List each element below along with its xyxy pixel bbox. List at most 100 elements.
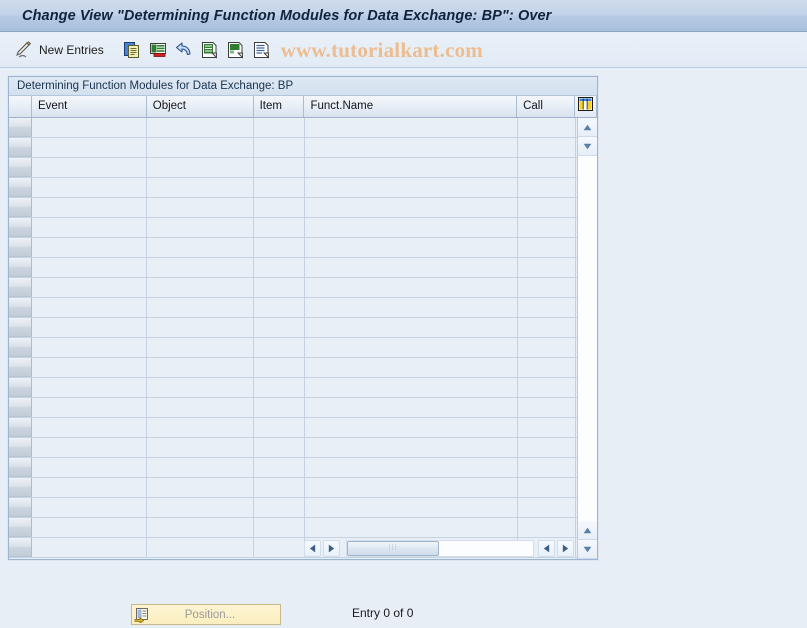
table-row[interactable] [9, 398, 577, 418]
scroll-page-up-button[interactable] [578, 521, 597, 540]
column-config-button[interactable] [575, 96, 597, 117]
cell-object[interactable] [147, 478, 254, 497]
cell-object[interactable] [147, 518, 254, 537]
table-row[interactable] [9, 158, 577, 178]
cell-call[interactable] [518, 278, 576, 297]
table-row[interactable] [9, 238, 577, 258]
cell-item[interactable] [254, 538, 305, 557]
cell-object[interactable] [147, 218, 254, 237]
cell-item[interactable] [254, 238, 305, 257]
table-row[interactable] [9, 318, 577, 338]
cell-call[interactable] [518, 258, 576, 277]
vertical-scroll-track[interactable] [578, 156, 597, 521]
cell-item[interactable] [254, 378, 305, 397]
cell-call[interactable] [518, 478, 576, 497]
column-header-item[interactable]: Item [253, 96, 305, 117]
scroll-page-down-button[interactable] [578, 540, 597, 559]
column-header-object[interactable]: Object [146, 96, 254, 117]
cell-event[interactable] [32, 378, 147, 397]
cell-event[interactable] [32, 298, 147, 317]
cell-funct-name[interactable] [305, 458, 518, 477]
cell-funct-name[interactable] [305, 238, 518, 257]
table-row[interactable] [9, 418, 577, 438]
cell-item[interactable] [254, 178, 305, 197]
table-row[interactable] [9, 118, 577, 138]
row-select-button[interactable] [9, 478, 32, 497]
row-select-button[interactable] [9, 138, 32, 157]
cell-object[interactable] [147, 278, 254, 297]
cell-object[interactable] [147, 418, 254, 437]
position-button[interactable]: Position... [131, 604, 281, 625]
table-row[interactable] [9, 478, 577, 498]
cell-object[interactable] [147, 198, 254, 217]
cell-item[interactable] [254, 258, 305, 277]
cell-object[interactable] [147, 398, 254, 417]
row-select-button[interactable] [9, 538, 32, 557]
cell-event[interactable] [32, 178, 147, 197]
row-select-button[interactable] [9, 118, 32, 137]
horizontal-scroll-track[interactable]: ⁞⁞⁞ [346, 539, 534, 557]
cell-funct-name[interactable] [305, 278, 518, 297]
row-select-button[interactable] [9, 178, 32, 197]
cell-event[interactable] [32, 198, 147, 217]
table-row[interactable] [9, 498, 577, 518]
cell-funct-name[interactable] [305, 478, 518, 497]
row-select-button[interactable] [9, 278, 32, 297]
cell-call[interactable] [518, 198, 576, 217]
row-select-button[interactable] [9, 198, 32, 217]
cell-funct-name[interactable] [305, 218, 518, 237]
cell-item[interactable] [254, 358, 305, 377]
cell-funct-name[interactable] [305, 518, 518, 537]
table-row[interactable] [9, 278, 577, 298]
column-header-call[interactable]: Call [517, 96, 576, 117]
row-select-button[interactable] [9, 258, 32, 277]
table-row[interactable] [9, 338, 577, 358]
cell-object[interactable] [147, 338, 254, 357]
cell-item[interactable] [254, 338, 305, 357]
cell-call[interactable] [518, 378, 576, 397]
cell-call[interactable] [518, 418, 576, 437]
table-row[interactable] [9, 518, 577, 538]
row-select-button[interactable] [9, 338, 32, 357]
table-row[interactable] [9, 298, 577, 318]
cell-item[interactable] [254, 498, 305, 517]
cell-funct-name[interactable] [305, 298, 518, 317]
vertical-scrollbar[interactable] [577, 118, 597, 559]
cell-funct-name[interactable] [305, 198, 518, 217]
row-select-button[interactable] [9, 358, 32, 377]
cell-event[interactable] [32, 358, 147, 377]
cell-call[interactable] [518, 178, 576, 197]
cell-event[interactable] [32, 318, 147, 337]
grid-body[interactable] [9, 118, 577, 559]
cell-call[interactable] [518, 398, 576, 417]
hscroll-right-button[interactable] [323, 539, 340, 557]
horizontal-scrollbar[interactable]: ⁞⁞⁞ [304, 539, 576, 557]
cell-event[interactable] [32, 278, 147, 297]
cell-object[interactable] [147, 298, 254, 317]
cell-funct-name[interactable] [305, 358, 518, 377]
scroll-up-button[interactable] [578, 118, 597, 137]
cell-call[interactable] [518, 298, 576, 317]
table-row[interactable] [9, 458, 577, 478]
cell-object[interactable] [147, 238, 254, 257]
cell-funct-name[interactable] [305, 378, 518, 397]
row-select-button[interactable] [9, 378, 32, 397]
cell-event[interactable] [32, 518, 147, 537]
cell-call[interactable] [518, 318, 576, 337]
cell-event[interactable] [32, 338, 147, 357]
cell-funct-name[interactable] [305, 318, 518, 337]
hscroll-page-right-button[interactable] [557, 539, 574, 557]
cell-call[interactable] [518, 118, 576, 137]
cell-item[interactable] [254, 418, 305, 437]
cell-item[interactable] [254, 278, 305, 297]
cell-event[interactable] [32, 498, 147, 517]
cell-object[interactable] [147, 458, 254, 477]
row-select-button[interactable] [9, 418, 32, 437]
cell-object[interactable] [147, 258, 254, 277]
cell-item[interactable] [254, 318, 305, 337]
cell-event[interactable] [32, 138, 147, 157]
cell-call[interactable] [518, 358, 576, 377]
cell-event[interactable] [32, 218, 147, 237]
hscroll-page-left-button[interactable] [538, 539, 555, 557]
cell-event[interactable] [32, 418, 147, 437]
